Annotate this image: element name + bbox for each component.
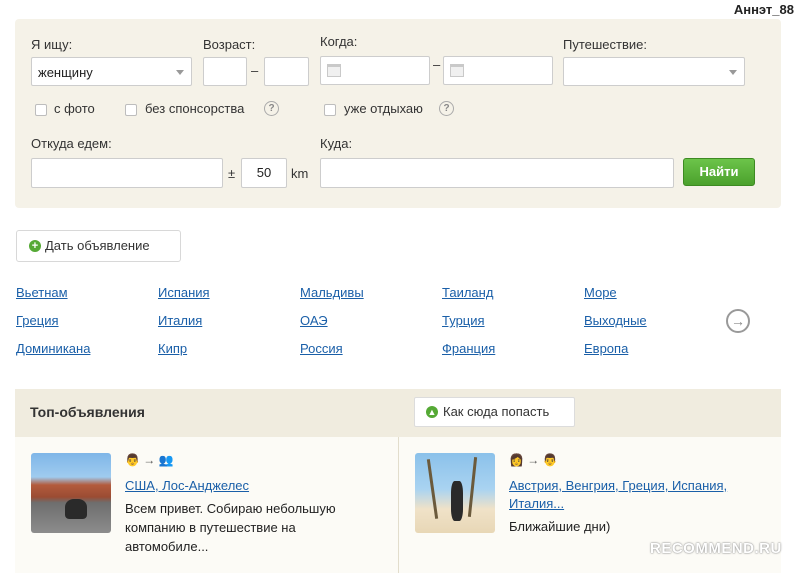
- help-icon[interactable]: ?: [439, 101, 454, 116]
- ad-photo[interactable]: [31, 453, 111, 533]
- person-figure: [65, 499, 87, 519]
- man-icon: 👨: [125, 453, 140, 467]
- watermark: RECOMMEND.RU: [650, 540, 782, 557]
- ad-photo[interactable]: [415, 453, 495, 533]
- divider: [398, 437, 399, 573]
- destination-link[interactable]: Море: [584, 285, 617, 300]
- trip-select[interactable]: [563, 57, 745, 86]
- destination-link[interactable]: Выходные: [584, 313, 647, 328]
- trip-label: Путешествие:: [563, 37, 648, 52]
- username: Аннэт_88: [733, 2, 794, 17]
- ad-destination-link[interactable]: США, Лос-Анджелес: [125, 477, 249, 494]
- ad-text-line: автомобиле...: [125, 539, 209, 554]
- from-label: Откуда едем:: [31, 136, 112, 151]
- chevron-down-icon: [729, 70, 737, 75]
- chevron-down-icon: [176, 70, 184, 75]
- arrow-right-icon[interactable]: →: [726, 309, 750, 333]
- calendar-icon: [450, 64, 464, 77]
- palm-tree: [426, 459, 439, 519]
- plus-icon: +: [29, 240, 41, 252]
- age-dash: –: [251, 63, 259, 78]
- find-button[interactable]: Найти: [683, 158, 755, 186]
- destination-link[interactable]: Италия: [158, 313, 202, 328]
- with-photo-label[interactable]: с фото: [54, 101, 95, 116]
- arrow-right-icon: →: [523, 453, 543, 467]
- destination-link[interactable]: Вьетнам: [16, 285, 68, 300]
- to-label: Куда:: [320, 136, 353, 151]
- destination-link[interactable]: Испания: [158, 285, 210, 300]
- already-resting-checkbox[interactable]: [324, 104, 336, 116]
- ad-text-line: Всем привет. Собираю небольшую: [125, 501, 336, 516]
- date-dash: –: [433, 57, 441, 72]
- already-resting-label[interactable]: уже отдыхаю: [344, 101, 423, 116]
- no-sponsor-label[interactable]: без спонсорства: [145, 101, 244, 116]
- help-icon[interactable]: ?: [264, 101, 279, 116]
- radius-unit: km: [291, 166, 309, 181]
- destination-link[interactable]: Франция: [442, 341, 495, 356]
- arrow-up-icon: ▲: [426, 406, 438, 418]
- radius-input[interactable]: 50: [241, 158, 287, 188]
- ad-destination-link[interactable]: Италия...: [509, 495, 564, 512]
- page: Аннэт_88 Я ищу: Возраст: Когда: Путешест…: [0, 0, 798, 573]
- destination-link[interactable]: Доминикана: [16, 341, 90, 356]
- to-input[interactable]: [320, 158, 674, 188]
- ad-destination-link[interactable]: Австрия, Венгрия, Греция, Испания,: [509, 477, 727, 494]
- group-icon: 👥: [158, 453, 174, 467]
- seeking-select[interactable]: женщину: [31, 57, 192, 86]
- man-icon: 👨: [542, 453, 558, 467]
- age-label: Возраст:: [203, 37, 256, 52]
- age-to-input[interactable]: [264, 57, 309, 86]
- destination-link[interactable]: Таиланд: [442, 285, 493, 300]
- destination-link[interactable]: Европа: [584, 341, 628, 356]
- seeking-value: женщину: [38, 65, 93, 80]
- date-to-input[interactable]: [443, 56, 553, 85]
- destination-link[interactable]: Россия: [300, 341, 343, 356]
- destination-link[interactable]: Мальдивы: [300, 285, 364, 300]
- with-photo-checkbox[interactable]: [35, 104, 47, 116]
- top-ads-title: Топ-объявления: [30, 404, 145, 420]
- ad-text-line: Ближайшие дни): [509, 519, 611, 534]
- no-sponsor-checkbox[interactable]: [125, 104, 137, 116]
- seeking-label: Я ищу:: [31, 37, 73, 52]
- how-to-get-here-button[interactable]: ▲ Как сюда попасть: [414, 397, 575, 427]
- arrow-right-icon: →: [139, 453, 159, 467]
- destination-link[interactable]: Кипр: [158, 341, 187, 356]
- destination-link[interactable]: ОАЭ: [300, 313, 328, 328]
- destination-link[interactable]: Греция: [16, 313, 59, 328]
- how-to-get-here-label: Как сюда попасть: [443, 404, 550, 419]
- gender-icons: 👨 → 👥: [125, 453, 174, 467]
- search-panel: Я ищу: Возраст: Когда: Путешествие: женщ…: [15, 19, 781, 208]
- date-from-input[interactable]: [320, 56, 430, 85]
- from-input[interactable]: [31, 158, 223, 188]
- gender-icons: 👩 → 👨: [509, 453, 558, 467]
- ad-text-line: компанию в путешествие на: [125, 520, 296, 535]
- calendar-icon: [327, 64, 341, 77]
- age-from-input[interactable]: [203, 57, 247, 86]
- top-ads-header: Топ-объявления ▲ Как сюда попасть: [15, 389, 781, 437]
- when-label: Когда:: [320, 34, 358, 49]
- woman-icon: 👩: [509, 453, 524, 467]
- post-ad-label: Дать объявление: [45, 238, 150, 253]
- radius-sign: ±: [228, 166, 236, 181]
- person-figure: [451, 481, 463, 521]
- palm-tree: [467, 457, 478, 517]
- destination-link[interactable]: Турция: [442, 313, 485, 328]
- post-ad-button[interactable]: + Дать объявление: [16, 230, 181, 262]
